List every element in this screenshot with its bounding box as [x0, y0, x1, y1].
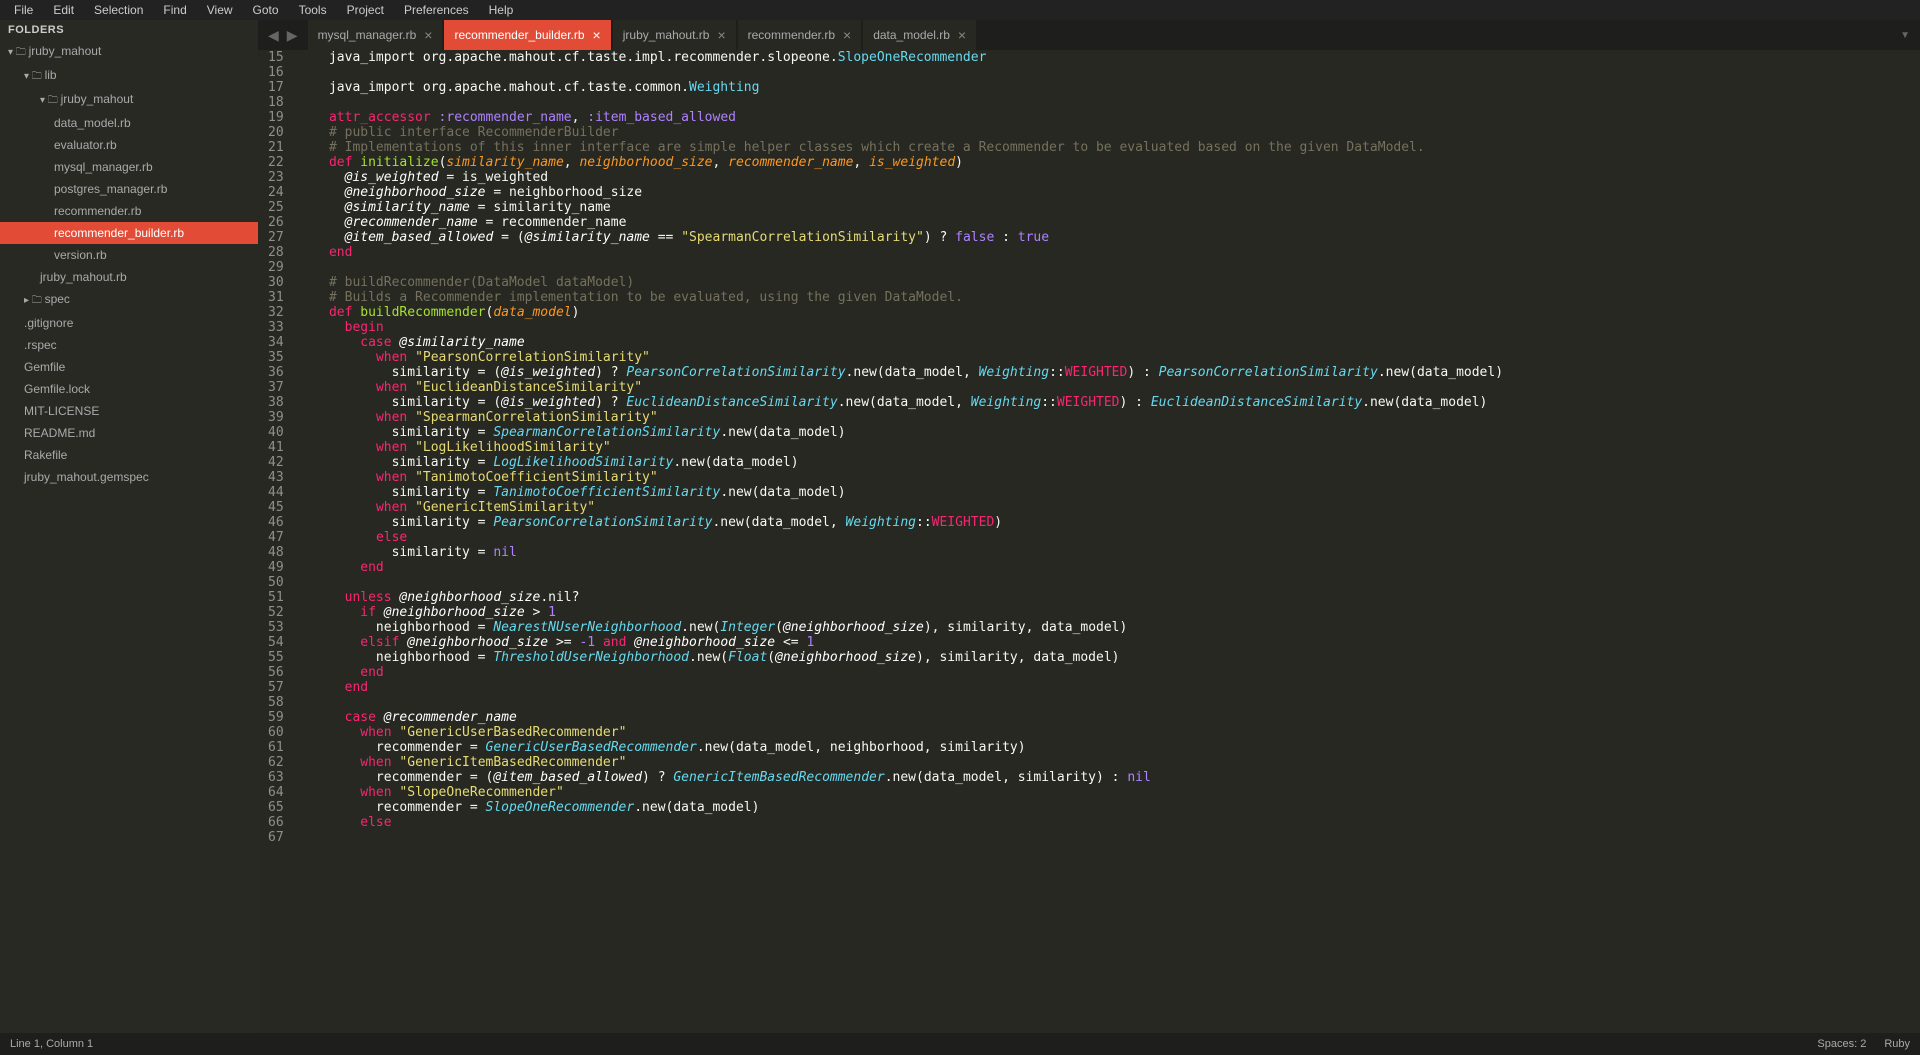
- code-editor[interactable]: 1516171819202122232425262728293031323334…: [258, 50, 1920, 1033]
- editor-area: ◀ ▶ mysql_manager.rb×recommender_builder…: [258, 20, 1920, 1033]
- menu-view[interactable]: View: [197, 1, 243, 19]
- status-spaces[interactable]: Spaces: 2: [1817, 1038, 1866, 1050]
- tab-label: mysql_manager.rb: [318, 28, 417, 42]
- status-language[interactable]: Ruby: [1884, 1038, 1910, 1050]
- file-mit-license[interactable]: MIT-LICENSE: [0, 400, 258, 422]
- tabs-dropdown-icon[interactable]: ▼: [1890, 30, 1920, 41]
- close-icon[interactable]: ×: [593, 27, 601, 43]
- file--gitignore[interactable]: .gitignore: [0, 312, 258, 334]
- menu-goto[interactable]: Goto: [243, 1, 289, 19]
- close-icon[interactable]: ×: [717, 27, 725, 43]
- tabs-container: mysql_manager.rb × recommender_builder.rb ×…: [308, 20, 979, 50]
- tab-label: jruby_mahout.rb: [623, 28, 710, 42]
- menu-project[interactable]: Project: [337, 1, 394, 19]
- status-position[interactable]: Line 1, Column 1: [10, 1038, 93, 1050]
- file-recommender-rb[interactable]: recommender.rb: [0, 200, 258, 222]
- close-icon[interactable]: ×: [958, 27, 966, 43]
- menubar: FileEditSelectionFindViewGotoToolsProjec…: [0, 0, 1920, 20]
- file-version-rb[interactable]: version.rb: [0, 244, 258, 266]
- file-rakefile[interactable]: Rakefile: [0, 444, 258, 466]
- tab-data-model-rb[interactable]: data_model.rb ×: [863, 20, 976, 50]
- sidebar: FOLDERS jruby_mahoutlibjruby_mahoutdata_…: [0, 20, 258, 1033]
- file-postgres-manager-rb[interactable]: postgres_manager.rb: [0, 178, 258, 200]
- file-gemfile[interactable]: Gemfile: [0, 356, 258, 378]
- tab-label: data_model.rb: [873, 28, 950, 42]
- sidebar-header: FOLDERS: [0, 20, 258, 40]
- file-data-model-rb[interactable]: data_model.rb: [0, 112, 258, 134]
- menu-tools[interactable]: Tools: [289, 1, 337, 19]
- menu-find[interactable]: Find: [153, 1, 196, 19]
- file-jruby-mahout-gemspec[interactable]: jruby_mahout.gemspec: [0, 466, 258, 488]
- tabbar: ◀ ▶ mysql_manager.rb×recommender_builder…: [258, 20, 1920, 50]
- tab-nav-arrows: ◀ ▶: [258, 27, 308, 44]
- menu-preferences[interactable]: Preferences: [394, 1, 479, 19]
- code-content[interactable]: java_import org.apache.mahout.cf.taste.i…: [298, 50, 1870, 1033]
- file--rspec[interactable]: .rspec: [0, 334, 258, 356]
- folder-spec[interactable]: spec: [0, 288, 258, 312]
- folder-jruby-mahout[interactable]: jruby_mahout: [0, 88, 258, 112]
- tab-mysql-manager-rb[interactable]: mysql_manager.rb ×: [308, 20, 443, 50]
- folder-jruby-mahout[interactable]: jruby_mahout: [0, 40, 258, 64]
- statusbar: Line 1, Column 1 Spaces: 2 Ruby: [0, 1033, 1920, 1055]
- tab-label: recommender_builder.rb: [454, 28, 584, 42]
- menu-file[interactable]: File: [4, 1, 43, 19]
- file-gemfile-lock[interactable]: Gemfile.lock: [0, 378, 258, 400]
- close-icon[interactable]: ×: [424, 27, 432, 43]
- file-tree: jruby_mahoutlibjruby_mahoutdata_model.rb…: [0, 40, 258, 488]
- tab-recommender-builder-rb[interactable]: recommender_builder.rb ×: [444, 20, 610, 50]
- file-mysql-manager-rb[interactable]: mysql_manager.rb: [0, 156, 258, 178]
- tab-label: recommender.rb: [748, 28, 835, 42]
- tab-jruby-mahout-rb[interactable]: jruby_mahout.rb ×: [613, 20, 736, 50]
- menu-selection[interactable]: Selection: [84, 1, 153, 19]
- main-area: FOLDERS jruby_mahoutlibjruby_mahoutdata_…: [0, 20, 1920, 1033]
- close-icon[interactable]: ×: [843, 27, 851, 43]
- menu-edit[interactable]: Edit: [43, 1, 84, 19]
- file-readme-md[interactable]: README.md: [0, 422, 258, 444]
- file-jruby-mahout-rb[interactable]: jruby_mahout.rb: [0, 266, 258, 288]
- line-gutter: 1516171819202122232425262728293031323334…: [258, 50, 298, 1033]
- tab-next-icon[interactable]: ▶: [283, 27, 302, 44]
- tab-recommender-rb[interactable]: recommender.rb ×: [738, 20, 862, 50]
- folder-lib[interactable]: lib: [0, 64, 258, 88]
- file-recommender-builder-rb[interactable]: recommender_builder.rb: [0, 222, 258, 244]
- menu-help[interactable]: Help: [479, 1, 524, 19]
- file-evaluator-rb[interactable]: evaluator.rb: [0, 134, 258, 156]
- minimap[interactable]: [1870, 50, 1920, 1033]
- tab-prev-icon[interactable]: ◀: [264, 27, 283, 44]
